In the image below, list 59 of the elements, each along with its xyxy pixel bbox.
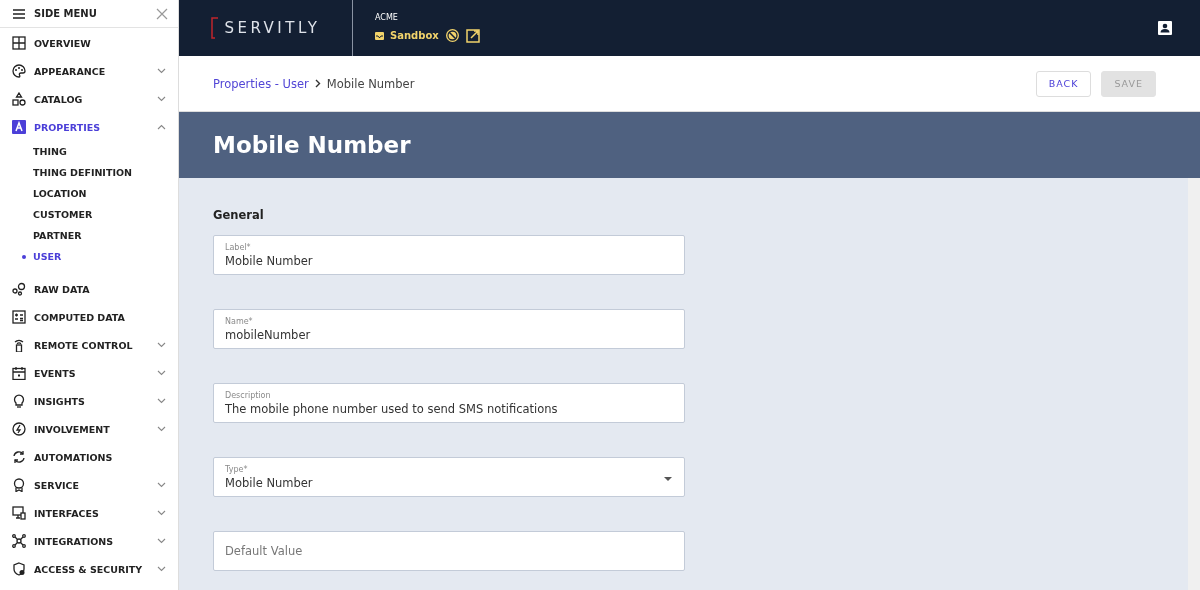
sidebar-item[interactable]: REMOTE CONTROL <box>0 331 178 359</box>
sidebar-item[interactable]: EVENTS <box>0 359 178 387</box>
select-field[interactable]: Type* Mobile Number <box>213 457 685 497</box>
menu-icon <box>12 7 26 20</box>
profile-icon[interactable] <box>1158 21 1172 35</box>
sidebar-subitem[interactable]: PARTNER <box>0 225 178 246</box>
breadcrumb-current: Mobile Number <box>326 76 415 91</box>
chevron-right-icon <box>314 79 321 88</box>
sidebar-item[interactable]: INSIGHTS <box>0 387 178 415</box>
sidebar-subitem[interactable]: USER <box>0 246 178 267</box>
external-link-icon[interactable] <box>465 28 480 43</box>
cycle-icon <box>12 450 26 464</box>
close-icon[interactable] <box>156 7 168 20</box>
letter-icon <box>12 120 26 134</box>
sidebar-item[interactable]: OVERVIEW <box>0 29 178 57</box>
shapes-icon <box>12 92 26 106</box>
sidebar-subitem[interactable]: LOCATION <box>0 183 178 204</box>
dropdown-caret-icon <box>664 477 672 481</box>
breadcrumb-link[interactable]: Properties - User <box>213 76 309 91</box>
logo-text: SERVITLY <box>224 19 321 37</box>
sidebar-title: SIDE MENU <box>34 8 98 19</box>
remote-icon <box>12 338 26 352</box>
input-field[interactable]: Default Value <box>213 531 685 571</box>
sidebar-subitem[interactable]: CUSTOMER <box>0 204 178 225</box>
sidebar-item[interactable]: INTERFACES <box>0 499 178 527</box>
input-field[interactable]: Label* Mobile Number <box>213 235 685 275</box>
sidebar-item[interactable]: RAW DATA <box>0 275 178 303</box>
sidebar-item[interactable]: INVOLVEMENT <box>0 415 178 443</box>
back-button[interactable]: BACK <box>1035 70 1092 97</box>
sidebar-item[interactable]: AUTOMATIONS <box>0 443 178 471</box>
tenant-name: ACME <box>375 13 399 22</box>
bolt-icon <box>12 422 26 436</box>
no-tool-icon[interactable] <box>444 28 460 43</box>
grid-icon <box>12 36 26 50</box>
input-field[interactable]: Description The mobile phone number used to send SMS notifications <box>213 383 685 423</box>
sidebar-item[interactable]: APPEARANCE <box>0 57 178 85</box>
sidebar-item[interactable]: ACCESS & SECURITY <box>0 555 178 583</box>
lightbulb-icon <box>12 394 26 408</box>
input-field[interactable]: Name* mobileNumber <box>213 309 685 349</box>
calculator-icon <box>12 310 26 324</box>
bubbles-icon <box>12 282 26 296</box>
sidebar-item[interactable]: COMPUTED DATA <box>0 303 178 331</box>
section-heading: General <box>213 208 265 222</box>
sidebar-item[interactable]: INTEGRATIONS <box>0 527 178 555</box>
sidebar-item[interactable]: PROPERTIES <box>0 113 178 141</box>
tray-icon <box>375 31 384 40</box>
network-icon <box>12 534 26 548</box>
sidebar-subitem[interactable]: THING DEFINITION <box>0 162 178 183</box>
shield-icon <box>12 562 26 576</box>
sidebar-subitem[interactable]: THING <box>0 141 178 162</box>
monitor-icon <box>12 506 26 520</box>
sidebar-item[interactable]: SERVICE <box>0 471 178 499</box>
page-title: Mobile Number <box>213 132 411 158</box>
badge-icon <box>12 478 26 492</box>
sidebar-item[interactable]: CATALOG <box>0 85 178 113</box>
palette-icon <box>12 64 26 78</box>
calendar-icon <box>12 366 26 380</box>
bracket-icon <box>210 17 219 39</box>
environment-label: Sandbox <box>390 30 439 41</box>
